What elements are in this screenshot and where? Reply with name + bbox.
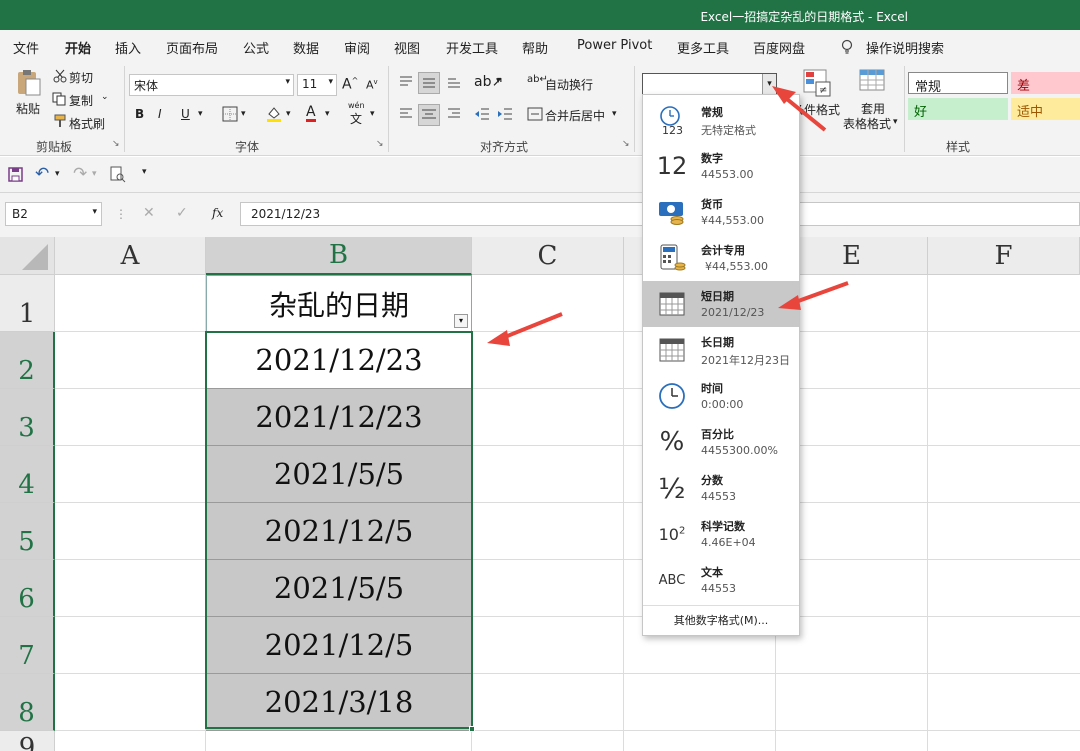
arrow-head (487, 330, 510, 346)
annotation-arrows (487, 86, 849, 346)
arrow-to-format-dropdown (780, 93, 827, 132)
arrow-to-cells (499, 312, 563, 341)
arrow-head (778, 295, 801, 310)
